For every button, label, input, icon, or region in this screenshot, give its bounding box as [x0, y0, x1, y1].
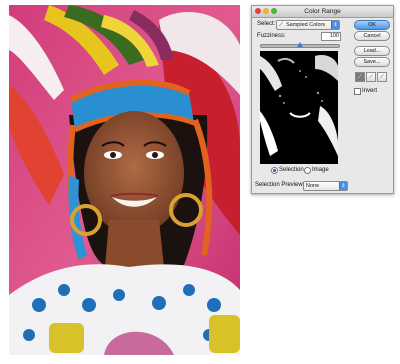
invert-label: Invert [362, 88, 378, 94]
selection-radio-label: Selection [279, 167, 304, 173]
selection-preview-label: Selection Preview: [255, 182, 305, 188]
preview-mask-image [260, 51, 338, 164]
dialog-title: Color Range [304, 8, 341, 15]
ok-button[interactable]: OK [354, 20, 390, 30]
selection-radio[interactable] [271, 167, 278, 174]
save-button[interactable]: Save... [354, 57, 390, 67]
cancel-button[interactable]: Cancel [354, 31, 390, 41]
chevron-updown-icon: ⇕ [331, 21, 339, 29]
invert-checkbox[interactable] [354, 88, 361, 95]
image-radio[interactable] [304, 167, 311, 174]
select-label: Select: [257, 21, 276, 27]
fuzziness-label: Fuzziness: [257, 33, 286, 39]
load-button[interactable]: Load... [354, 46, 390, 56]
eyedropper-tool-icon[interactable]: ⟋ [355, 72, 365, 82]
image-radio-label: Image [312, 167, 329, 173]
selection-preview-dropdown[interactable]: None ⇕ [303, 181, 348, 191]
select-dropdown[interactable]: ⟋ Sampled Colors ⇕ [276, 20, 340, 30]
photo-image [9, 5, 240, 355]
color-range-dialog: Color Range Select: ⟋ Sampled Colors ⇕ F… [251, 5, 394, 194]
dialog-titlebar[interactable]: Color Range [252, 6, 393, 18]
selection-preview-thumbnail[interactable] [260, 51, 338, 164]
eyedropper-icon: ⟋ [279, 22, 284, 28]
fuzziness-input[interactable]: 100 [321, 32, 341, 41]
eyedropper-add-icon[interactable]: ⟋ [366, 72, 376, 82]
select-dropdown-value: Sampled Colors [286, 22, 326, 28]
fuzziness-slider-handle[interactable] [297, 42, 303, 47]
selection-preview-value: None [306, 183, 320, 189]
eyedropper-subtract-icon[interactable]: ⟋ [377, 72, 387, 82]
chevron-updown-icon: ⇕ [339, 182, 347, 190]
photo-canvas [9, 5, 240, 355]
fuzziness-slider[interactable] [260, 42, 340, 48]
